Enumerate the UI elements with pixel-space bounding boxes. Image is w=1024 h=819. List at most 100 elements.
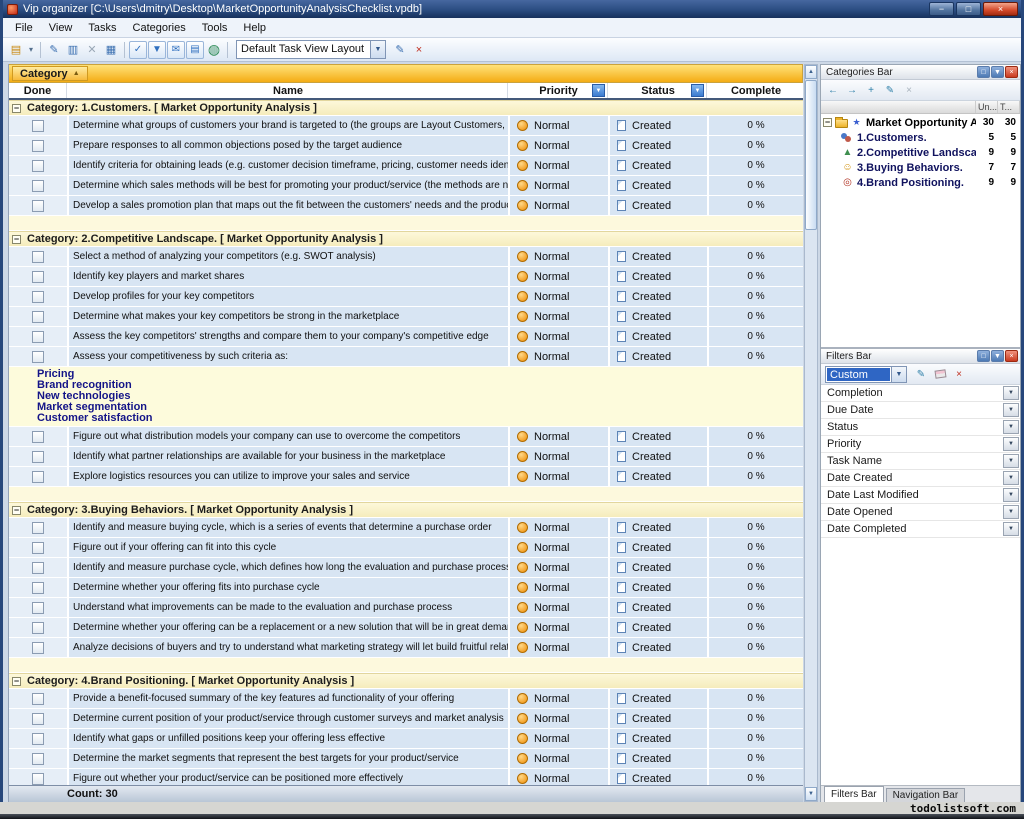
menu-item-tools[interactable]: Tools <box>194 20 236 36</box>
filter-row[interactable]: Date Completed▼ <box>821 521 1020 538</box>
group-by-category-chip[interactable]: Category ▲ <box>12 66 88 81</box>
filter-preset-combo[interactable]: Custom ▼ <box>825 366 907 383</box>
send-email-icon[interactable]: ✉ <box>167 41 185 59</box>
task-row[interactable]: Assess the key competitors' strengths an… <box>9 327 803 346</box>
column-header-complete[interactable]: Complete <box>709 83 803 98</box>
task-checkbox[interactable] <box>32 693 44 705</box>
task-row[interactable]: Determine what groups of customers your … <box>9 116 803 135</box>
task-row[interactable]: Analyze decisions of buyers and try to u… <box>9 638 803 657</box>
menu-item-tasks[interactable]: Tasks <box>80 20 124 36</box>
task-checkbox[interactable] <box>32 160 44 172</box>
task-row[interactable]: Prepare responses to all common objectio… <box>9 136 803 155</box>
task-checkbox[interactable] <box>32 713 44 725</box>
task-row[interactable]: Identify and measure buying cycle, which… <box>9 518 803 537</box>
collapse-icon[interactable]: − <box>12 104 21 113</box>
task-row[interactable]: Determine which sales methods will be be… <box>9 176 803 195</box>
combo-dropdown-icon[interactable]: ▼ <box>370 41 385 58</box>
move-down-icon[interactable]: ▼ <box>148 41 166 59</box>
task-checkbox[interactable] <box>32 140 44 152</box>
filter-dropdown-button[interactable]: ▼ <box>1003 454 1019 468</box>
task-row[interactable]: Determine current position of your produ… <box>9 709 803 728</box>
task-row[interactable]: Figure out if your offering can fit into… <box>9 538 803 557</box>
new-task-icon[interactable]: ▤ <box>7 41 25 59</box>
task-row[interactable]: Figure out what distribution models your… <box>9 427 803 446</box>
column-header-priority[interactable]: Priority ▼ <box>510 83 608 98</box>
task-row[interactable]: Determine what makes your key competitor… <box>9 307 803 326</box>
delete-filter-icon[interactable]: × <box>951 366 967 382</box>
task-row[interactable]: Determine whether your offering fits int… <box>9 578 803 597</box>
filter-row[interactable]: Completion▼ <box>821 385 1020 402</box>
status-filter-button[interactable]: ▼ <box>691 84 704 97</box>
task-row[interactable]: Develop profiles for your key competitor… <box>9 287 803 306</box>
priority-filter-button[interactable]: ▼ <box>592 84 605 97</box>
group-header[interactable]: −Category: 4.Brand Positioning. [ Market… <box>9 673 803 688</box>
task-checkbox[interactable] <box>32 622 44 634</box>
menu-item-view[interactable]: View <box>41 20 81 36</box>
filter-dropdown-button[interactable]: ▼ <box>1003 505 1019 519</box>
task-checkbox[interactable] <box>32 753 44 765</box>
task-row[interactable]: Determine the market segments that repre… <box>9 749 803 768</box>
filter-row[interactable]: Date Created▼ <box>821 470 1020 487</box>
category-tree-item[interactable]: ☺3.Buying Behaviors.77 <box>821 160 1020 175</box>
filter-dropdown-button[interactable]: ▼ <box>1003 386 1019 400</box>
task-row[interactable]: Identify criteria for obtaining leads (e… <box>9 156 803 175</box>
task-row[interactable]: Select a method of analyzing your compet… <box>9 247 803 266</box>
task-row[interactable]: Develop a sales promotion plan that maps… <box>9 196 803 215</box>
category-tree-item[interactable]: ▲2.Competitive Landscape99 <box>821 145 1020 160</box>
task-checkbox[interactable] <box>32 602 44 614</box>
task-checkbox[interactable] <box>32 251 44 263</box>
duplicate-task-icon[interactable]: ▥ <box>64 41 82 59</box>
close-button[interactable]: × <box>983 2 1018 16</box>
collapse-icon[interactable]: − <box>823 118 832 127</box>
menu-item-categories[interactable]: Categories <box>125 20 194 36</box>
filter-row[interactable]: Priority▼ <box>821 436 1020 453</box>
task-checkbox[interactable] <box>32 431 44 443</box>
task-checkbox[interactable] <box>32 773 44 785</box>
group-header[interactable]: −Category: 1.Customers. [ Market Opportu… <box>9 100 803 115</box>
filter-dropdown-button[interactable]: ▼ <box>1003 522 1019 536</box>
menu-item-file[interactable]: File <box>7 20 41 36</box>
group-header[interactable]: −Category: 3.Buying Behaviors. [ Market … <box>9 502 803 517</box>
category-tree-item[interactable]: 1.Customers.55 <box>821 130 1020 145</box>
task-checkbox[interactable] <box>32 642 44 654</box>
filters-bar-close-icon[interactable]: × <box>1005 350 1018 362</box>
category-tree-item[interactable]: ◎4.Brand Positioning.99 <box>821 175 1020 190</box>
maximize-button[interactable]: □ <box>956 2 981 16</box>
group-header[interactable]: −Category: 2.Competitive Landscape. [ Ma… <box>9 231 803 246</box>
menu-item-help[interactable]: Help <box>235 20 274 36</box>
task-row[interactable]: Provide a benefit-focused summary of the… <box>9 689 803 708</box>
task-row[interactable]: Identify what partner relationships are … <box>9 447 803 466</box>
collapse-icon[interactable]: − <box>12 677 21 686</box>
task-checkbox[interactable] <box>32 351 44 363</box>
scrollbar-track[interactable] <box>805 231 817 787</box>
task-row[interactable]: Explore logistics resources you can util… <box>9 467 803 486</box>
task-checkbox[interactable] <box>32 271 44 283</box>
filter-dropdown-button[interactable]: ▼ <box>1003 403 1019 417</box>
filter-row[interactable]: Due Date▼ <box>821 402 1020 419</box>
column-header-status[interactable]: Status ▼ <box>610 83 707 98</box>
column-header-done[interactable]: Done <box>9 83 67 98</box>
filter-row[interactable]: Date Last Modified▼ <box>821 487 1020 504</box>
task-view-layout-combo[interactable]: Default Task View Layout ▼ <box>236 40 386 59</box>
task-checkbox[interactable] <box>32 180 44 192</box>
edit-filter-icon[interactable]: ✎ <box>913 366 929 382</box>
export-icon[interactable]: ▤ <box>186 41 204 59</box>
task-checkbox[interactable] <box>32 311 44 323</box>
filter-dropdown-button[interactable]: ▼ <box>1003 488 1019 502</box>
task-row[interactable]: Assess your competitiveness by such crit… <box>9 347 803 366</box>
move-left-icon[interactable]: ← <box>825 82 841 98</box>
filter-row[interactable]: Task Name▼ <box>821 453 1020 470</box>
scroll-up-icon[interactable]: ▲ <box>805 65 817 79</box>
task-checkbox[interactable] <box>32 120 44 132</box>
pin-icon[interactable]: ▼ <box>991 350 1004 362</box>
minimize-button[interactable]: − <box>929 2 954 16</box>
titlebar[interactable]: Vip organizer [C:\Users\dmitry\Desktop\M… <box>3 0 1021 18</box>
filter-dropdown-button[interactable]: ▼ <box>1003 471 1019 485</box>
collapse-icon[interactable]: − <box>12 506 21 515</box>
notes-icon[interactable]: ▦ <box>102 41 120 59</box>
task-row[interactable]: Understand what improvements can be made… <box>9 598 803 617</box>
task-checkbox[interactable] <box>32 471 44 483</box>
panel-window-icon[interactable]: □ <box>977 350 990 362</box>
add-category-icon[interactable]: + <box>863 82 879 98</box>
task-checkbox[interactable] <box>32 733 44 745</box>
